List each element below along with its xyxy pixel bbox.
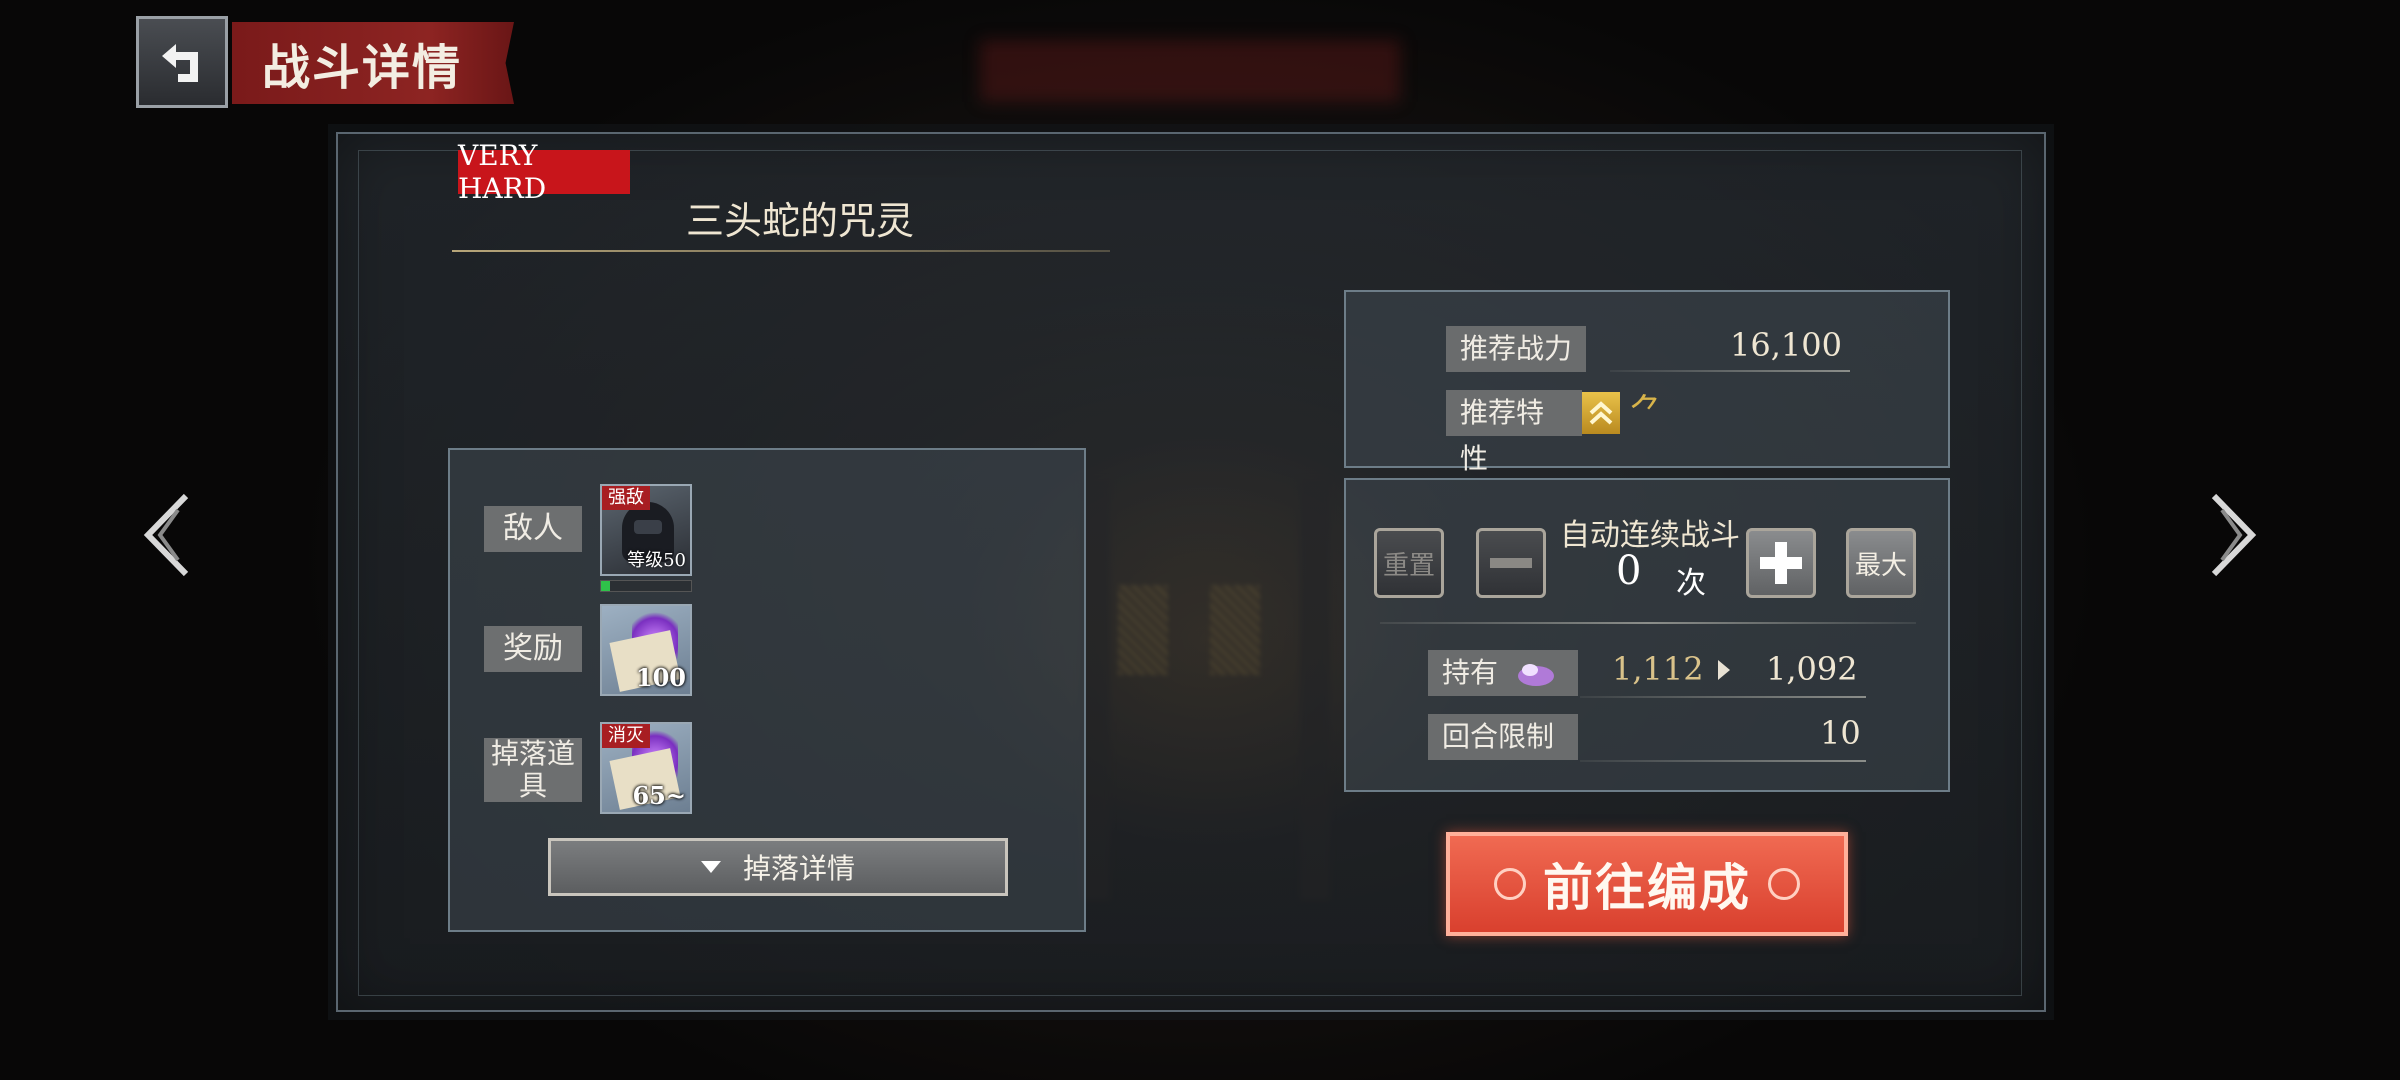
go-to-formation-button[interactable]: 前往编成 — [1446, 832, 1848, 936]
ornament-right-icon — [1768, 868, 1800, 900]
stamina-orb-glyph — [1518, 664, 1554, 686]
plus-icon — [1760, 542, 1802, 584]
value-underline — [1580, 760, 1866, 762]
background-blur — [980, 40, 1400, 102]
back-button[interactable] — [136, 16, 228, 108]
enemy-tile[interactable]: 强敌 等级50 — [600, 484, 692, 576]
enemy-hp-fill — [601, 581, 610, 591]
section-divider — [1380, 622, 1916, 624]
recommend-box — [1344, 290, 1950, 468]
drop-item-tile[interactable]: 消灭 65~ — [600, 722, 692, 814]
recommended-trait-label: 推荐特性 — [1446, 390, 1582, 475]
auto-battle-label: 自动连续战斗 — [1560, 518, 1740, 553]
double-chevron-up-icon — [1582, 392, 1620, 434]
increase-button[interactable] — [1746, 528, 1816, 598]
page-title: 战斗详情 — [262, 40, 463, 96]
recommended-power-value: 16,100 — [1730, 326, 1842, 364]
page-title-plate: 战斗详情 — [232, 22, 514, 104]
minus-icon — [1490, 558, 1532, 568]
trait-glyph-icon: ⺈ — [1629, 392, 1663, 432]
enemy-tag: 强敌 — [602, 486, 650, 510]
drop-items-label: 掉落道具 — [484, 738, 582, 802]
drop-details-button[interactable]: 掉落详情 — [548, 838, 1008, 896]
reward-tile[interactable]: 100 — [600, 604, 692, 696]
back-arrow-icon — [162, 44, 198, 82]
enemy-portrait-face — [634, 520, 662, 534]
auto-battle-unit: 次 — [1676, 566, 1706, 601]
auto-battle-count: 0 — [1616, 548, 1642, 594]
enemy-label: 敌人 — [484, 506, 582, 552]
drop-count: 65~ — [632, 781, 686, 810]
double-chevron-up-glyph — [1589, 401, 1613, 425]
drop-tag: 消灭 — [602, 724, 650, 748]
turn-limit-value: 10 — [1820, 714, 1861, 752]
triangle-down-icon — [700, 861, 721, 873]
stage-name-underline — [452, 250, 1110, 252]
value-underline — [1610, 370, 1850, 372]
arrow-right-icon — [1718, 660, 1730, 680]
stage-name: 三头蛇的咒灵 — [685, 199, 914, 243]
enemy-hp-bar — [600, 580, 692, 592]
next-stage-arrow[interactable] — [2202, 490, 2262, 580]
holding-label-text: 持有 — [1442, 656, 1499, 689]
chevron-left-icon — [143, 493, 189, 577]
value-underline — [1580, 696, 1866, 698]
reward-count: 100 — [635, 663, 686, 692]
enemy-level: 等级50 — [627, 550, 686, 571]
difficulty-badge: VERY HARD — [458, 139, 630, 205]
max-button[interactable]: 最大 — [1846, 528, 1916, 598]
stamina-orb-icon — [1512, 658, 1556, 688]
stamina-current: 1,112 — [1612, 650, 1704, 688]
decrease-button[interactable] — [1476, 528, 1546, 598]
drop-details-label: 掉落详情 — [742, 852, 855, 885]
ornament-left-icon — [1494, 868, 1526, 900]
turn-limit-label: 回合限制 — [1428, 714, 1578, 760]
recommended-power-label: 推荐战力 — [1446, 326, 1587, 372]
prev-stage-arrow[interactable] — [138, 490, 198, 580]
reward-label: 奖励 — [484, 626, 582, 672]
chevron-right-icon — [2211, 493, 2257, 577]
reset-button[interactable]: 重置 — [1374, 528, 1444, 598]
go-to-formation-label: 前往编成 — [1543, 858, 1751, 917]
stamina-after: 1,092 — [1766, 650, 1858, 688]
